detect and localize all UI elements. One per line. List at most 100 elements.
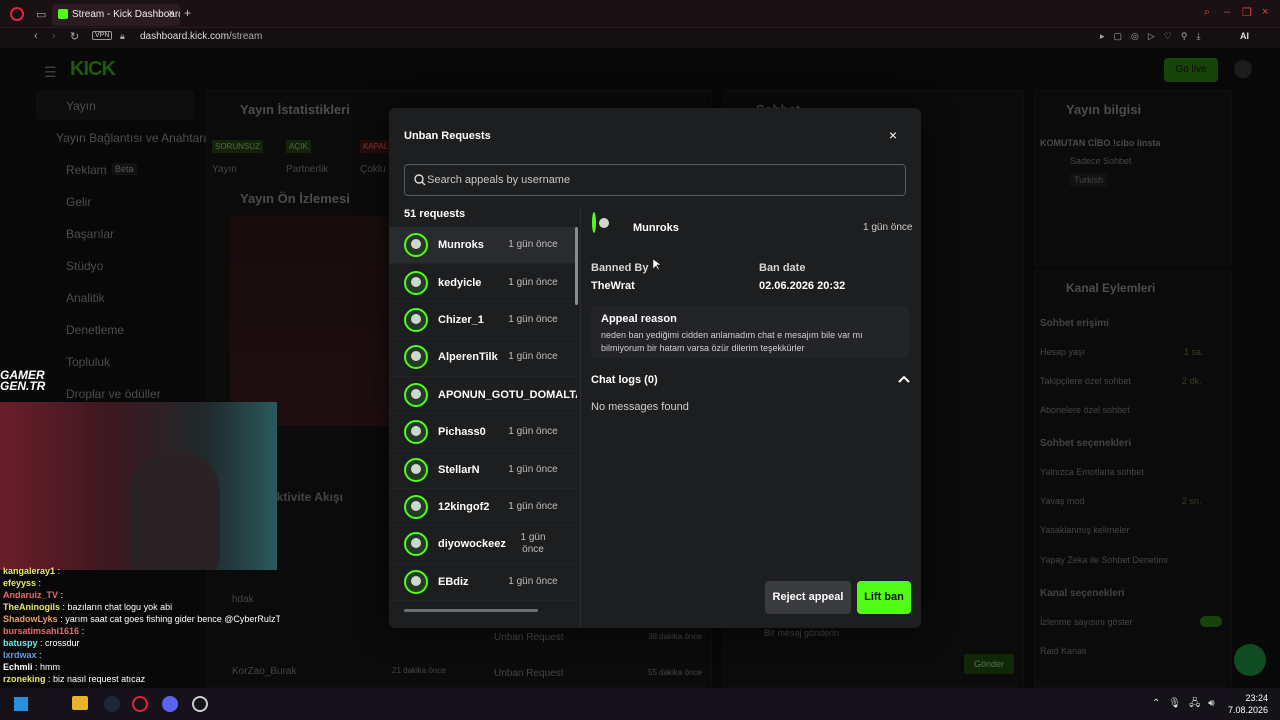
forward-icon[interactable]: › — [52, 30, 56, 42]
reject-appeal-button[interactable]: Reject appeal — [765, 581, 851, 614]
list-item[interactable]: diyowockeez 1 gün önce — [389, 526, 577, 564]
list-item[interactable]: 12kingof2 1 gün önce — [389, 489, 577, 527]
gamer-gen-logo: GAMER GEN.TR — [0, 368, 46, 393]
modal-title: Unban Requests — [404, 130, 491, 142]
taskbar: ⌃🎙︎🖧🔊︎ — [0, 688, 1280, 720]
request-time: 1 gün önce — [508, 426, 558, 438]
search-icon[interactable]: ⌕ — [1204, 6, 1210, 19]
lock-icon: 🔒︎ — [120, 31, 125, 41]
request-time: 1 gün önce — [508, 463, 558, 475]
username: APONUN_GOTU_DOMALTA — [438, 388, 577, 401]
streamer-silhouette — [130, 452, 220, 570]
toolbar-icons[interactable]: ▸▢◎▷♡⚲⤓ — [1100, 31, 1209, 42]
app-icon[interactable] — [192, 696, 208, 712]
search-appeals-input[interactable] — [427, 170, 897, 190]
steam-icon[interactable] — [104, 696, 120, 712]
file-explorer-icon[interactable] — [72, 696, 88, 710]
address-bar: ‹ › ↻ VPN 🔒︎ dashboard.kick.com/stream ▸… — [0, 28, 1280, 48]
url-field[interactable]: dashboard.kick.com/stream — [140, 31, 262, 42]
request-time: 1 gün önce — [508, 239, 558, 251]
avatar — [404, 569, 428, 594]
request-time: 1 gün önce — [508, 351, 558, 363]
list-item[interactable]: Pichass0 1 gün önce — [389, 414, 577, 452]
avatar — [404, 233, 428, 258]
tab-stream[interactable]: Stream - Kick Dashboard × — [52, 4, 180, 26]
divider — [580, 208, 581, 628]
list-item[interactable]: EBdiz 1 gün önce — [389, 564, 577, 601]
search-icon — [414, 174, 426, 186]
start-icon[interactable] — [14, 697, 28, 711]
request-time: 1 gün önce — [508, 276, 558, 288]
opera-logo-icon[interactable] — [10, 7, 24, 21]
vpn-badge[interactable]: VPN — [92, 31, 113, 40]
request-time: 1 gün önce — [508, 313, 558, 325]
tray-icons[interactable]: ⌃🎙︎🖧🔊︎ — [1152, 696, 1223, 713]
detail-avatar — [592, 212, 596, 233]
detail-time: 1 gün önce — [863, 222, 913, 233]
webcam-overlay — [0, 402, 277, 570]
new-tab-button[interactable]: + — [184, 6, 191, 20]
chat-logs-heading[interactable]: Chat logs (0) — [591, 374, 658, 386]
overlay-chat-line: kangaleray1 : — [3, 566, 61, 576]
avatar — [404, 345, 428, 370]
minimize-icon[interactable]: – — [1224, 6, 1230, 18]
list-item[interactable]: Munroks 1 gün önce — [389, 227, 577, 265]
list-item[interactable]: Chizer_1 1 gün önce — [389, 302, 577, 340]
ban-date-label: Ban date — [759, 262, 806, 274]
clock-time: 23:24 — [1245, 693, 1268, 703]
discord-icon[interactable] — [162, 696, 178, 712]
list-item[interactable]: APONUN_GOTU_DOMALTA — [389, 377, 577, 414]
appeal-reason-box: Appeal reason neden ban yediğimi cidden … — [591, 306, 909, 358]
overlay-chat-line: bursatimsahi1616 : — [3, 626, 85, 636]
request-time: 1 gün önce — [508, 500, 558, 512]
maximize-icon[interactable]: ❐ — [1242, 6, 1252, 19]
avatar — [404, 270, 428, 295]
back-icon[interactable]: ‹ — [34, 30, 38, 42]
opera-taskbar-icon[interactable] — [132, 696, 148, 712]
overlay-chat-line: Andaruiz_TV : — [3, 590, 64, 600]
ban-date-value: 02.06.2026 20:32 — [759, 280, 846, 292]
overlay-chat-line: lxrdwax : — [3, 650, 42, 660]
stream-chat-overlay: kangaleray1 : efeyyss : Andaruiz_TV : Th… — [0, 566, 280, 688]
list-horizontal-scrollbar[interactable] — [404, 609, 538, 612]
avatar — [404, 532, 428, 557]
avatar — [404, 457, 428, 482]
tab-overview-icon[interactable]: ▭ — [36, 8, 46, 21]
tab-title: Stream - Kick Dashboard — [72, 9, 180, 20]
avatar — [404, 494, 428, 519]
overlay-chat-line: efeyyss : — [3, 578, 42, 588]
banned-by-value: TheWrat — [591, 280, 635, 292]
close-window-icon[interactable]: × — [1262, 6, 1268, 18]
kick-favicon-icon — [58, 9, 68, 19]
overlay-chat-line: TheAninogils : bazıların chat logu yok a… — [3, 602, 173, 612]
lift-ban-button[interactable]: Lift ban — [857, 581, 911, 614]
list-item[interactable]: kedyicle 1 gün önce — [389, 264, 577, 302]
search-appeals-field[interactable] — [404, 164, 906, 196]
tab-close-icon[interactable]: × — [168, 8, 174, 19]
avatar — [404, 420, 428, 445]
banned-by-label: Banned By — [591, 262, 649, 274]
appeal-reason-text: neden ban yediğimi cidden anlamadım chat… — [601, 330, 863, 353]
list-vertical-scrollbar[interactable] — [575, 227, 578, 305]
list-item[interactable]: StellarN 1 gün önce — [389, 451, 577, 489]
browser-tab-bar: ▭ Stream - Kick Dashboard × + ⌕ – ❐ × — [0, 0, 1280, 28]
avatar — [404, 307, 428, 332]
taskbar-clock[interactable]: 23:24 7.08.2026 — [1228, 692, 1268, 716]
chevron-up-icon[interactable] — [897, 373, 911, 387]
close-modal-button[interactable]: × — [886, 128, 900, 142]
request-time: 1 gün önce — [520, 532, 546, 556]
request-time: 1 gün önce — [508, 575, 558, 587]
overlay-chat-line: ShadowLyks : yarım saat cat goes fishing… — [3, 614, 280, 624]
list-item[interactable]: AlperenTilk 1 gün önce — [389, 339, 577, 377]
overlay-chat-line: batuspy : crossdur — [3, 638, 80, 648]
request-count: 51 requests — [404, 208, 466, 220]
detail-username: Munroks — [633, 222, 679, 234]
clock-date: 7.08.2026 — [1228, 705, 1269, 715]
unban-requests-modal: Unban Requests × 51 requests Munroks1 gü… — [389, 108, 921, 628]
ai-button[interactable]: AI — [1240, 31, 1249, 41]
mouse-cursor-icon — [653, 259, 661, 271]
request-list: Munroks 1 gün önce kedyicle 1 gün önce Chi… — [389, 227, 577, 607]
reload-icon[interactable]: ↻ — [70, 30, 79, 43]
overlay-chat-line: Echmli : hmm — [3, 662, 61, 672]
appeal-reason-label: Appeal reason — [601, 313, 677, 325]
